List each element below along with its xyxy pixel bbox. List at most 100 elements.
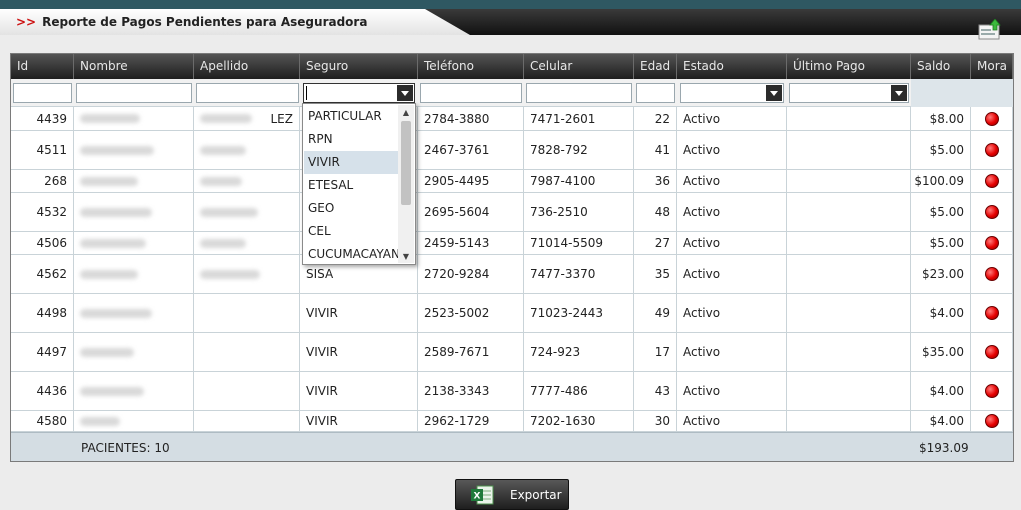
column-header-mora[interactable]: Mora [971,54,1013,79]
cell-id: 4532 [11,193,74,231]
redacted-text [80,269,138,279]
redacted-text [80,145,154,155]
cell-ultimo-pago [787,131,911,169]
filter-seguro-select[interactable] [303,83,415,103]
chevron-down-icon[interactable] [766,85,782,101]
upload-icon[interactable] [978,19,1002,41]
cell-id: 4436 [11,372,74,410]
column-header-id[interactable]: Id [11,54,74,79]
cell-ultimo-pago [787,107,911,130]
cell-estado: Activo [677,255,787,293]
cell-saldo: $100.09 [911,170,971,192]
table-row[interactable]: 4439 LEZ 2784-3880 7471-2601 22 Activo $8.00 [11,107,1013,131]
cell-estado: Activo [677,294,787,332]
cell-mora [971,372,1013,410]
cell-telefono: 2138-3343 [418,372,524,410]
cell-estado: Activo [677,372,787,410]
dropdown-scrollbar[interactable]: ▲ ▼ [398,105,414,263]
cell-nombre-redacted [74,294,194,332]
column-header-estado[interactable]: Estado [677,54,787,79]
redacted-text [80,347,134,357]
column-header-telefono[interactable]: Teléfono [418,54,524,79]
column-header-nombre[interactable]: Nombre [74,54,194,79]
table-row[interactable]: 4497 VIVIR 2589-7671 724-923 17 Activo $35.00 [11,333,1013,372]
cell-edad: 30 [634,411,677,431]
cell-celular: 7987-4100 [524,170,634,192]
dropdown-option[interactable]: VIVIR [304,151,398,174]
redacted-text [200,207,258,217]
cell-estado: Activo [677,193,787,231]
red-dot-icon [984,143,999,157]
filter-edad-input[interactable] [636,83,675,103]
column-header-apellido[interactable]: Apellido [194,54,300,79]
cell-telefono: 2720-9284 [418,255,524,293]
cell-edad: 43 [634,372,677,410]
red-dot-icon [984,111,999,126]
filter-telefono-input[interactable] [420,83,522,103]
scroll-down-icon[interactable]: ▼ [398,249,414,263]
cell-id: 4497 [11,333,74,371]
filter-nombre-input[interactable] [76,83,192,103]
patient-count: PACIENTES: 10 [81,441,170,455]
cell-id: 4498 [11,294,74,332]
cell-saldo: $5.00 [911,232,971,254]
dropdown-option[interactable]: CEL [304,220,398,243]
cell-nombre-redacted [74,232,194,254]
cell-nombre-redacted [74,255,194,293]
filter-apellido-input[interactable] [196,83,299,103]
filter-id-input[interactable] [13,83,72,103]
cell-saldo: $5.00 [911,131,971,169]
seguro-dropdown-list[interactable]: ▲ ▼ PARTICULAR RPN VIVIR ETESAL GEO CEL CUCUMA… [302,103,416,265]
redacted-text [80,176,138,186]
page-title: >> Reporte de Pagos Pendientes para Asegu… [16,15,367,29]
cell-apellido [194,255,300,293]
table-row[interactable]: 4562 SISA 2720-9284 7477-3370 35 Activo $23.00 [11,255,1013,294]
chevron-down-icon[interactable] [397,85,413,101]
cell-telefono: 2523-5002 [418,294,524,332]
cell-seguro: VIVIR [300,333,418,371]
redacted-text [80,386,144,396]
export-button[interactable]: X Exportar [455,479,569,510]
column-header-edad[interactable]: Edad [634,54,677,79]
redacted-text [200,269,260,279]
cell-telefono: 2962-1729 [418,411,524,431]
chevron-down-icon[interactable] [891,85,907,101]
scroll-thumb[interactable] [401,121,411,205]
column-header-seguro[interactable]: Seguro [300,54,418,79]
filter-ultimo-pago-select[interactable] [789,83,909,103]
column-header-ultimo-pago[interactable]: Último Pago [787,54,911,79]
cell-celular: 7777-486 [524,372,634,410]
scroll-up-icon[interactable]: ▲ [398,105,414,119]
table-row[interactable]: 4436 VIVIR 2138-3343 7777-486 43 Activo $4.00 [11,372,1013,411]
filter-blank-area [911,79,1013,107]
dropdown-option[interactable]: GEO [304,197,398,220]
table-row[interactable]: 4580 VIVIR 2962-1729 7202-1630 30 Activo $4.00 [11,411,1013,432]
cell-mora [971,131,1013,169]
dropdown-option[interactable]: ETESAL [304,174,398,197]
cell-mora [971,333,1013,371]
cell-seguro: VIVIR [300,411,418,431]
table-row[interactable]: 4532 2695-5604 736-2510 48 Activo $5.00 [11,193,1013,232]
table-row[interactable]: 268 2905-4495 7987-4100 36 Activo $100.09 [11,170,1013,193]
cell-apellido [194,131,300,169]
table-row[interactable]: 4498 VIVIR 2523-5002 71023-2443 49 Activo $4.0… [11,294,1013,333]
filter-celular-input[interactable] [526,83,632,103]
cell-ultimo-pago [787,255,911,293]
table-row[interactable]: 4511 2467-3761 7828-792 41 Activo $5.00 [11,131,1013,170]
column-header-celular[interactable]: Celular [524,54,634,79]
cell-estado: Activo [677,131,787,169]
redacted-text [200,176,242,186]
table-row[interactable]: 4506 2459-5143 71014-5509 27 Activo $5.00 [11,232,1013,255]
dropdown-option[interactable]: RPN [304,128,398,151]
cell-nombre-redacted [74,193,194,231]
dropdown-option[interactable]: CUCUMACAYAN [304,243,398,266]
filter-estado-select[interactable] [680,83,784,103]
column-header-saldo[interactable]: Saldo [911,54,971,79]
cell-apellido [194,294,300,332]
cell-telefono: 2784-3880 [418,107,524,130]
red-dot-icon [984,414,999,428]
redacted-text [80,114,140,123]
dropdown-option[interactable]: PARTICULAR [304,105,398,128]
cell-mora [971,193,1013,231]
cell-saldo: $5.00 [911,193,971,231]
